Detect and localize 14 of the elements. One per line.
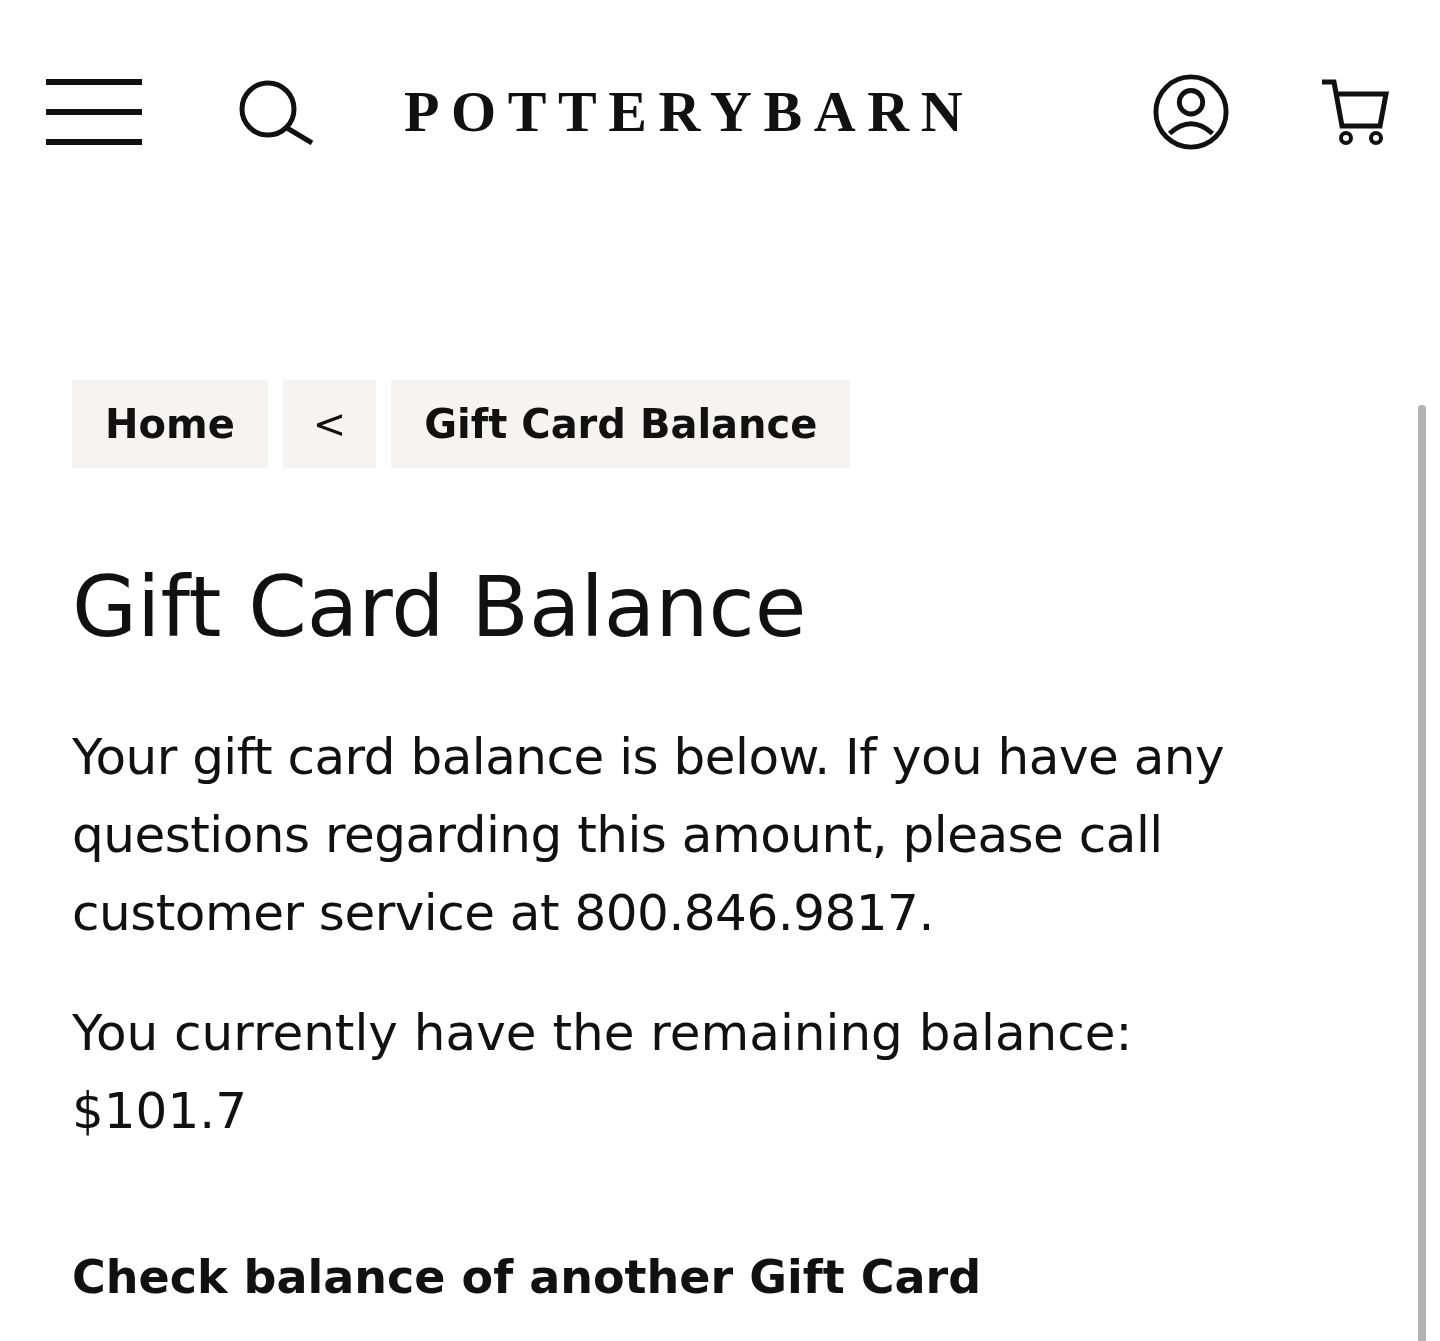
breadcrumb-separator: < <box>282 380 377 468</box>
balance-amount: $101.7 <box>72 1081 248 1142</box>
search-icon[interactable] <box>238 79 314 145</box>
page-title: Gift Card Balance <box>72 558 808 656</box>
scrollbar[interactable] <box>1418 405 1426 1341</box>
balance-label: You currently have the remaining balance: <box>72 1003 1134 1064</box>
menu-icon[interactable] <box>46 79 142 145</box>
account-icon[interactable] <box>1152 73 1230 151</box>
intro-text: Your gift card balance is below. If you have any questions regarding this amount, please call customer service at 800.846.9817. <box>72 727 1226 944</box>
section-heading: Check balance of another Gift Card <box>72 1250 983 1304</box>
breadcrumb-link[interactable]: Home <box>72 380 268 468</box>
cart-icon[interactable] <box>1320 78 1390 146</box>
logo[interactable]: POTTERYBARN <box>404 83 975 141</box>
breadcrumb-link[interactable]: Gift Card Balance <box>391 380 851 468</box>
